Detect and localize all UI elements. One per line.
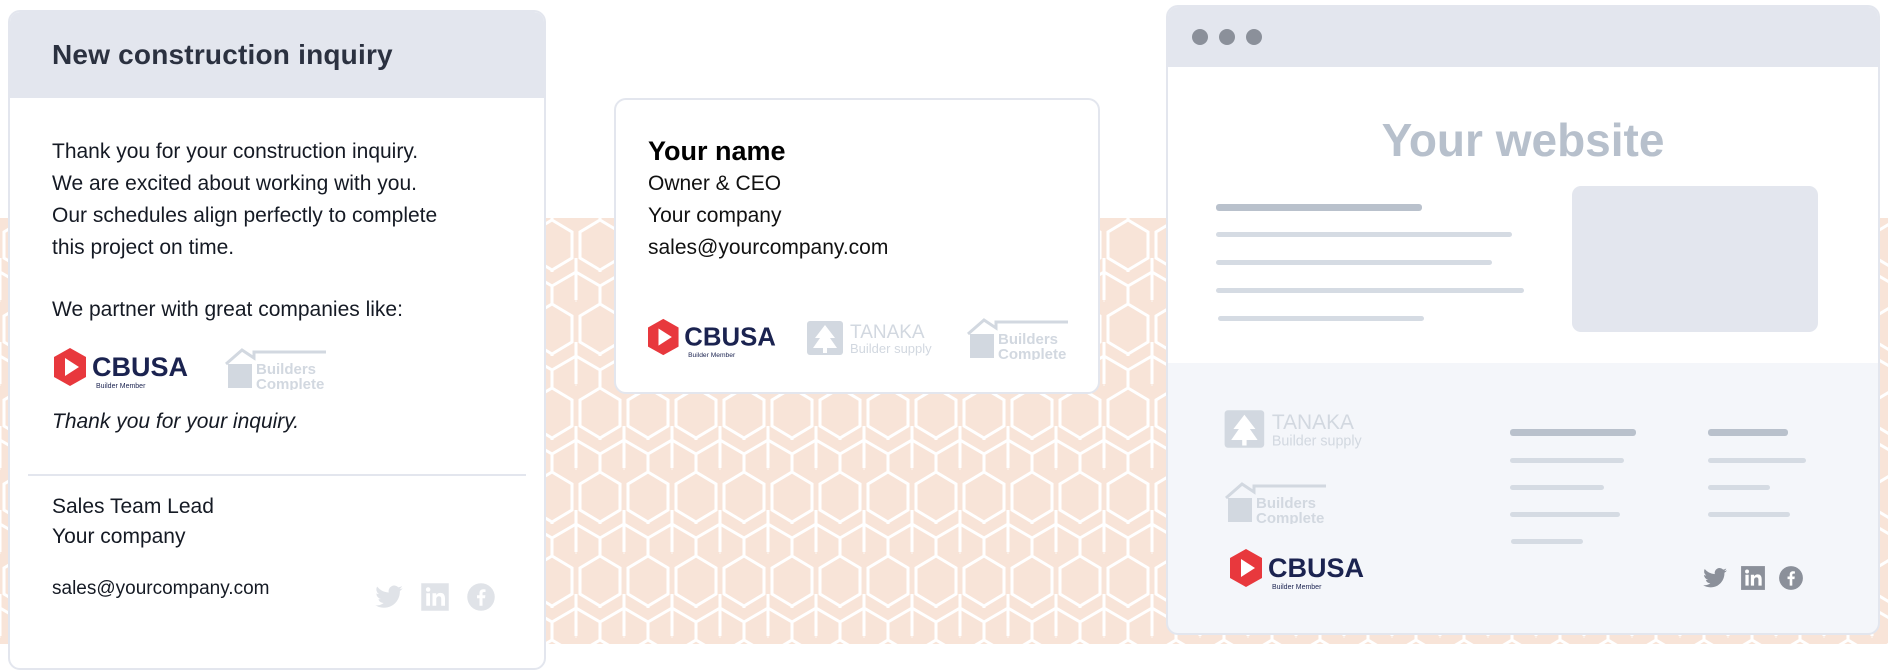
facebook-icon[interactable] bbox=[1778, 565, 1804, 591]
linkedin-icon[interactable] bbox=[420, 582, 450, 612]
svg-text:Builder supply: Builder supply bbox=[850, 341, 932, 356]
footer-link[interactable] bbox=[1511, 539, 1583, 544]
footer-link-heading bbox=[1510, 429, 1636, 436]
email-card: New construction inquiry Thank you for y… bbox=[8, 10, 546, 670]
cbusa-logo: CBUSA Builder Member bbox=[54, 348, 188, 390]
window-dot-icon bbox=[1192, 29, 1208, 45]
window-dot-icon bbox=[1219, 29, 1235, 45]
email-paragraph-line: We are excited about working with you. bbox=[52, 172, 417, 195]
website-footer: TANAKA Builder supply Builders Complete … bbox=[1168, 363, 1878, 633]
svg-text:Builder Member: Builder Member bbox=[688, 352, 736, 359]
svg-text:Builder Member: Builder Member bbox=[1272, 584, 1322, 591]
svg-text:Builder supply: Builder supply bbox=[1272, 434, 1363, 450]
website-social-links bbox=[1702, 565, 1804, 591]
svg-text:CBUSA: CBUSA bbox=[684, 324, 776, 352]
browser-titlebar bbox=[1168, 7, 1878, 67]
signature-email[interactable]: sales@yourcompany.com bbox=[648, 232, 1066, 264]
twitter-icon[interactable] bbox=[374, 582, 404, 612]
signature-logos: CBUSA Builder Member TANAKA Builder supp… bbox=[644, 316, 1072, 360]
email-paragraph-line: this project on time. bbox=[52, 236, 235, 259]
signature-company: Your company bbox=[648, 204, 782, 227]
email-partner-logos: CBUSA Builder Member Builders Complete bbox=[52, 344, 502, 392]
footer-link[interactable] bbox=[1708, 458, 1806, 463]
partner-intro: We partner with great companies like: bbox=[52, 298, 403, 321]
email-paragraph-line: Thank you for your construction inquiry. bbox=[52, 140, 419, 163]
website-hero: Your website bbox=[1168, 67, 1878, 363]
svg-text:CBUSA: CBUSA bbox=[1268, 553, 1364, 583]
svg-text:TANAKA: TANAKA bbox=[850, 322, 925, 343]
builders-complete-logo: Builders Complete bbox=[967, 318, 1068, 360]
footer-link-heading bbox=[1708, 429, 1788, 436]
svg-text:Complete: Complete bbox=[256, 376, 324, 390]
placeholder-line bbox=[1216, 288, 1524, 293]
thanks-line: Thank you for your inquiry. bbox=[52, 410, 300, 433]
footer-link[interactable] bbox=[1510, 512, 1620, 517]
footer-link[interactable] bbox=[1708, 485, 1770, 490]
facebook-icon[interactable] bbox=[466, 582, 496, 612]
cbusa-logo: CBUSA Builder Member bbox=[648, 318, 776, 359]
image-placeholder bbox=[1572, 186, 1818, 332]
twitter-icon[interactable] bbox=[1702, 565, 1728, 591]
placeholder-line bbox=[1216, 232, 1512, 237]
svg-text:Complete: Complete bbox=[998, 346, 1066, 360]
footer-link[interactable] bbox=[1510, 458, 1624, 463]
builders-complete-logo: Builders Complete bbox=[225, 348, 326, 390]
placeholder-line bbox=[1218, 316, 1424, 321]
sender-role: Sales Team Lead bbox=[52, 495, 214, 518]
website-title: Your website bbox=[1381, 114, 1665, 166]
email-subject: New construction inquiry bbox=[52, 39, 393, 70]
window-dot-icon bbox=[1246, 29, 1262, 45]
website-card: Your website TANAKA Builder supply Build… bbox=[1166, 5, 1880, 635]
tanaka-logo: TANAKA Builder supply bbox=[807, 321, 932, 356]
cbusa-logo: CBUSA Builder Member bbox=[1230, 549, 1364, 591]
placeholder-line bbox=[1216, 260, 1492, 265]
signature-name: Your name bbox=[648, 136, 786, 166]
email-social-links bbox=[374, 582, 496, 612]
email-body: Thank you for your construction inquiry.… bbox=[10, 98, 544, 438]
footer-link[interactable] bbox=[1708, 512, 1790, 517]
placeholder-line bbox=[1216, 204, 1422, 211]
tanaka-logo: TANAKA Builder supply bbox=[1224, 410, 1363, 450]
signature-card: Your name Owner & CEO Your company sales… bbox=[614, 98, 1100, 394]
email-header: New construction inquiry bbox=[10, 12, 544, 98]
footer-link[interactable] bbox=[1510, 485, 1604, 490]
svg-text:CBUSA: CBUSA bbox=[92, 352, 188, 382]
svg-text:Builder Member: Builder Member bbox=[96, 383, 146, 390]
svg-text:Complete: Complete bbox=[1256, 510, 1324, 524]
email-paragraph-line: Our schedules align perfectly to complet… bbox=[52, 204, 438, 227]
svg-text:TANAKA: TANAKA bbox=[1272, 411, 1354, 434]
signature-title: Owner & CEO bbox=[648, 172, 782, 195]
sender-company: Your company bbox=[52, 525, 186, 548]
builders-complete-logo: Builders Complete bbox=[1225, 482, 1326, 524]
linkedin-icon[interactable] bbox=[1740, 565, 1766, 591]
